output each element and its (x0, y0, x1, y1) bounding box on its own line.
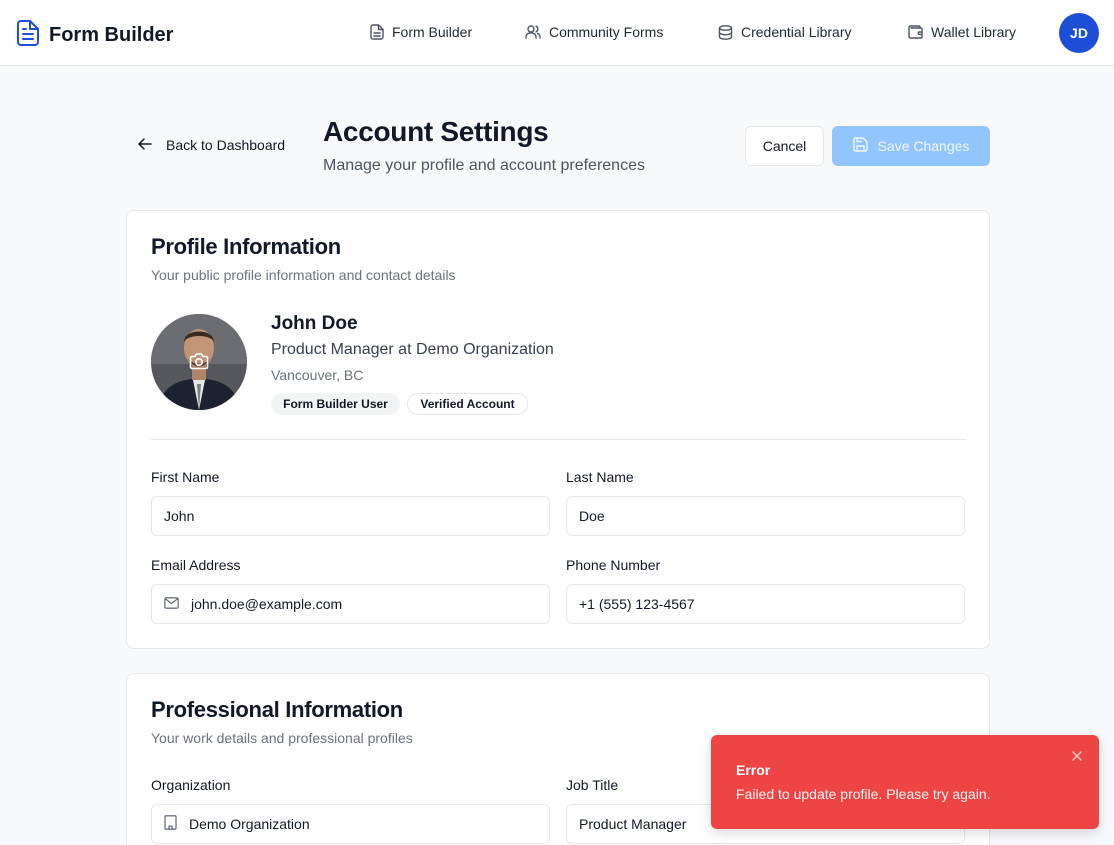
close-icon[interactable] (1071, 749, 1083, 767)
nav-item-community-forms[interactable]: Community Forms (525, 24, 663, 40)
field-value: John (164, 508, 195, 524)
user-avatar[interactable]: JD (1059, 13, 1099, 53)
last-name-field[interactable]: Doe (566, 496, 965, 536)
first-name-field[interactable]: John (151, 496, 550, 536)
field-value: +1 (555) 123-4567 (579, 596, 695, 612)
profile-name: John Doe (271, 313, 358, 334)
toast-message: Failed to update profile. Please try aga… (736, 786, 991, 802)
nav-item-label: Wallet Library (931, 24, 1017, 40)
back-label: Back to Dashboard (166, 137, 286, 153)
nav-item-wallet-library[interactable]: Wallet Library (908, 24, 1016, 40)
card-subtitle: Your work details and professional profi… (151, 730, 413, 746)
profile-information-card: Profile Information Your public profile … (126, 210, 990, 649)
brand[interactable]: Form Builder (17, 20, 173, 51)
phone-field[interactable]: +1 (555) 123-4567 (566, 584, 965, 624)
first-name-label: First Name (151, 469, 220, 485)
building-icon (164, 815, 177, 833)
nav-item-label: Community Forms (549, 24, 664, 40)
last-name-label: Last Name (566, 469, 634, 485)
cancel-button[interactable]: Cancel (745, 126, 824, 166)
email-label: Email Address (151, 557, 241, 573)
role-badge: Form Builder User (271, 393, 400, 415)
field-value: Demo Organization (189, 816, 310, 832)
card-subtitle: Your public profile information and cont… (151, 267, 456, 283)
mail-icon (164, 596, 179, 612)
database-icon (718, 24, 733, 40)
card-title: Professional Information (151, 697, 403, 722)
save-label: Save Changes (877, 138, 970, 154)
profile-location: Vancouver, BC (271, 367, 364, 383)
field-value: Product Manager (579, 816, 687, 832)
card-title: Profile Information (151, 234, 341, 259)
organization-field[interactable]: Demo Organization (151, 804, 550, 844)
field-value: Doe (579, 508, 605, 524)
page-title: Account Settings (323, 116, 549, 147)
page-subtitle: Manage your profile and account preferen… (323, 157, 645, 174)
nav-item-label: Form Builder (392, 24, 473, 40)
organization-label: Organization (151, 777, 231, 793)
nav-item-label: Credential Library (741, 24, 852, 40)
job-title-label: Job Title (566, 777, 619, 793)
nav-item-form-builder[interactable]: Form Builder (370, 24, 472, 40)
error-toast: Error Failed to update profile. Please t… (711, 735, 1099, 829)
users-icon (525, 25, 541, 39)
divider (151, 439, 966, 440)
camera-icon[interactable] (189, 352, 209, 375)
nav-item-credential-library[interactable]: Credential Library (718, 24, 852, 40)
field-value: john.doe@example.com (191, 596, 343, 612)
save-changes-button[interactable]: Save Changes (832, 126, 990, 166)
email-field[interactable]: john.doe@example.com (151, 584, 550, 624)
wallet-icon (908, 25, 923, 39)
brand-title: Form Builder (49, 24, 174, 46)
save-icon (852, 137, 868, 155)
toast-title: Error (736, 762, 771, 778)
phone-label: Phone Number (566, 557, 661, 573)
top-navigation-bar: Form Builder Form Builder Community Form… (0, 0, 1114, 66)
arrow-left-icon (138, 137, 152, 153)
profile-role: Product Manager at Demo Organization (271, 341, 554, 358)
file-text-icon (370, 24, 384, 40)
verified-badge: Verified Account (407, 393, 528, 415)
file-text-icon (17, 20, 39, 51)
back-to-dashboard-link[interactable]: Back to Dashboard (138, 137, 285, 153)
